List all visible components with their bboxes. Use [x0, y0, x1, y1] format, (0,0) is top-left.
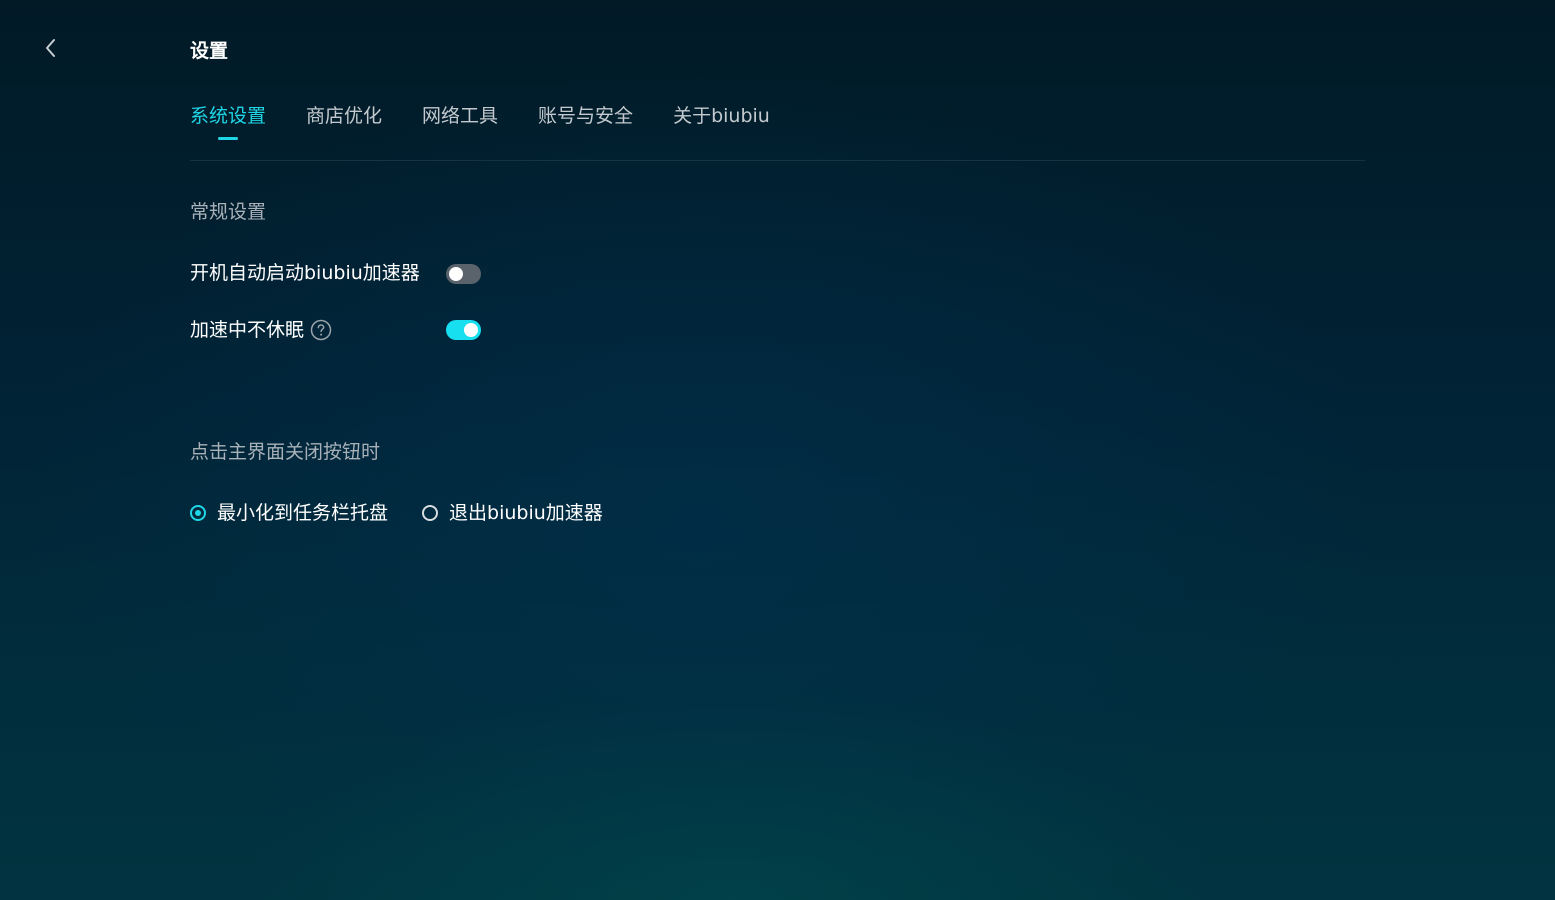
toggle-knob	[464, 323, 478, 337]
no-sleep-label: 加速中不休眠	[190, 319, 305, 341]
radio-unchecked-icon	[422, 505, 439, 521]
tab-about[interactable]: 关于biubiu	[673, 102, 770, 130]
tabs-divider	[190, 160, 1365, 161]
close-behavior-title: 点击主界面关闭按钮时	[190, 441, 381, 463]
minimize-to-tray-label: 最小化到任务栏托盘	[217, 502, 389, 524]
settings-tabs: 系统设置 商店优化 网络工具 账号与安全 关于biubiu	[190, 102, 770, 130]
toggle-knob	[449, 267, 463, 281]
page-title: 设置	[190, 40, 229, 62]
tab-store-optimization[interactable]: 商店优化	[306, 102, 382, 130]
auto-start-toggle[interactable]	[446, 264, 481, 284]
chevron-left-icon	[43, 37, 57, 63]
close-behavior-radio-group: 最小化到任务栏托盘 退出biubiu加速器	[190, 499, 603, 527]
no-sleep-toggle[interactable]	[446, 320, 481, 340]
back-button[interactable]	[36, 36, 64, 64]
no-sleep-row: 加速中不休眠	[190, 316, 332, 344]
auto-start-row: 开机自动启动biubiu加速器	[190, 259, 420, 287]
question-circle-icon[interactable]	[310, 319, 332, 341]
tab-system-settings[interactable]: 系统设置	[190, 102, 266, 130]
tab-network-tools[interactable]: 网络工具	[422, 102, 498, 130]
exit-app-option[interactable]: 退出biubiu加速器	[422, 499, 603, 527]
general-settings-title: 常规设置	[190, 201, 267, 223]
tab-account-security[interactable]: 账号与安全	[538, 102, 633, 130]
exit-app-label: 退出biubiu加速器	[449, 502, 603, 524]
minimize-to-tray-option[interactable]: 最小化到任务栏托盘	[190, 499, 388, 527]
radio-checked-icon	[190, 505, 206, 521]
auto-start-label: 开机自动启动biubiu加速器	[190, 262, 420, 284]
